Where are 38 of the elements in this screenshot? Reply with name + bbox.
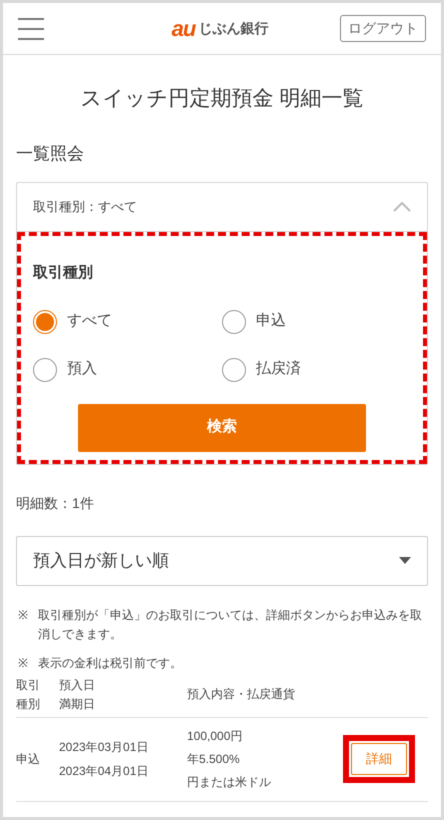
page-title: スイッチ円定期預金 明細一覧 (80, 86, 364, 112)
table-cell-text: 円または米ドル (187, 774, 271, 790)
menu-icon[interactable] (18, 16, 44, 40)
dropdown-arrow-icon (399, 557, 411, 564)
table-cell-text: 2023年03月01日 (59, 738, 148, 756)
detail-button[interactable]: 詳細 (351, 743, 407, 775)
column-header: 預入日 (59, 676, 95, 694)
column-header: 満期日 (59, 696, 95, 712)
logo-mark: au (172, 18, 196, 40)
radio-label: すべて (67, 311, 112, 332)
column-header: 種別 (16, 696, 40, 712)
section-title: 一覧照会 (16, 142, 84, 164)
logout-button[interactable]: ログアウト (340, 15, 426, 42)
radio-label: 払戻済 (256, 359, 301, 380)
radio-label: 預入 (67, 359, 97, 380)
note-text: 表示の金利は税引前です。 (38, 654, 182, 672)
radio-label: 申込 (256, 311, 286, 332)
radio-button[interactable] (222, 358, 246, 382)
note-mark: ※ (18, 606, 29, 624)
radio-button[interactable] (33, 310, 57, 334)
filter-summary: 取引種別：すべて (33, 198, 137, 216)
table-cell-text: 100,000円 (187, 728, 242, 744)
search-button[interactable]: 検索 (78, 404, 366, 452)
table-cell-text: 年5.500% (187, 750, 240, 768)
logo-text: じぶん銀行 (198, 19, 268, 38)
table-cell-text: 2023年04月01日 (59, 762, 148, 780)
radio-button[interactable] (222, 310, 246, 334)
result-count: 明細数：1件 (16, 494, 95, 512)
radio-button[interactable] (33, 358, 57, 382)
sort-value: 預入日が新しい順 (33, 550, 169, 572)
filter-toggle[interactable]: 取引種別：すべて (17, 183, 427, 231)
table-cell-text: 申込 (16, 751, 41, 768)
note-mark: ※ (18, 654, 29, 672)
sort-dropdown[interactable]: 預入日が新しい順 (16, 536, 428, 586)
note-text: 取引種別が「申込」のお取引については、詳細ボタンからお申込みを取消しできます。 (38, 606, 423, 642)
column-header: 預入内容・払戻通貨 (187, 686, 295, 703)
column-header: 取引 (16, 676, 40, 694)
filter-heading: 取引種別 (33, 263, 94, 283)
